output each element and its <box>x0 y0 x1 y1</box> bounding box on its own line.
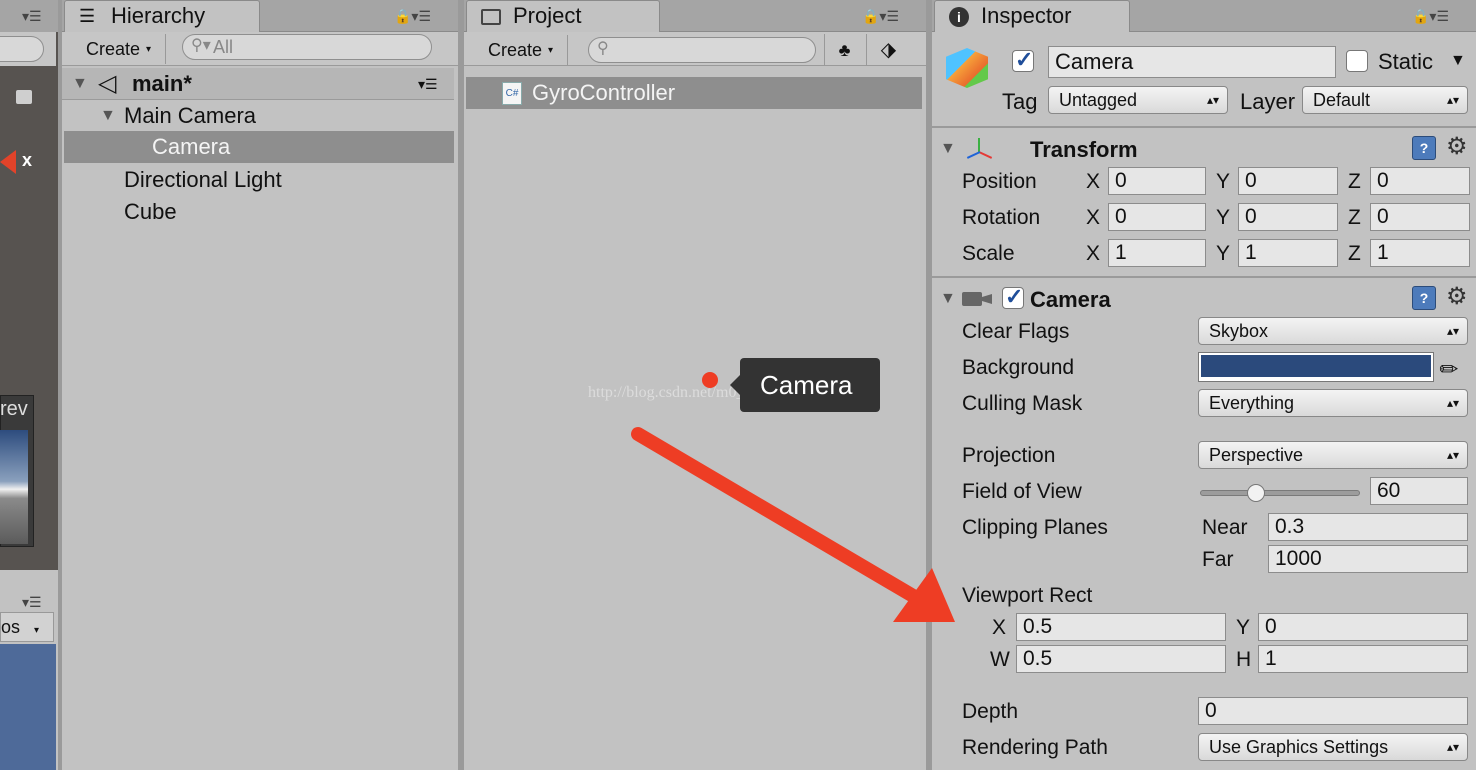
annotation-arrow <box>631 427 955 622</box>
